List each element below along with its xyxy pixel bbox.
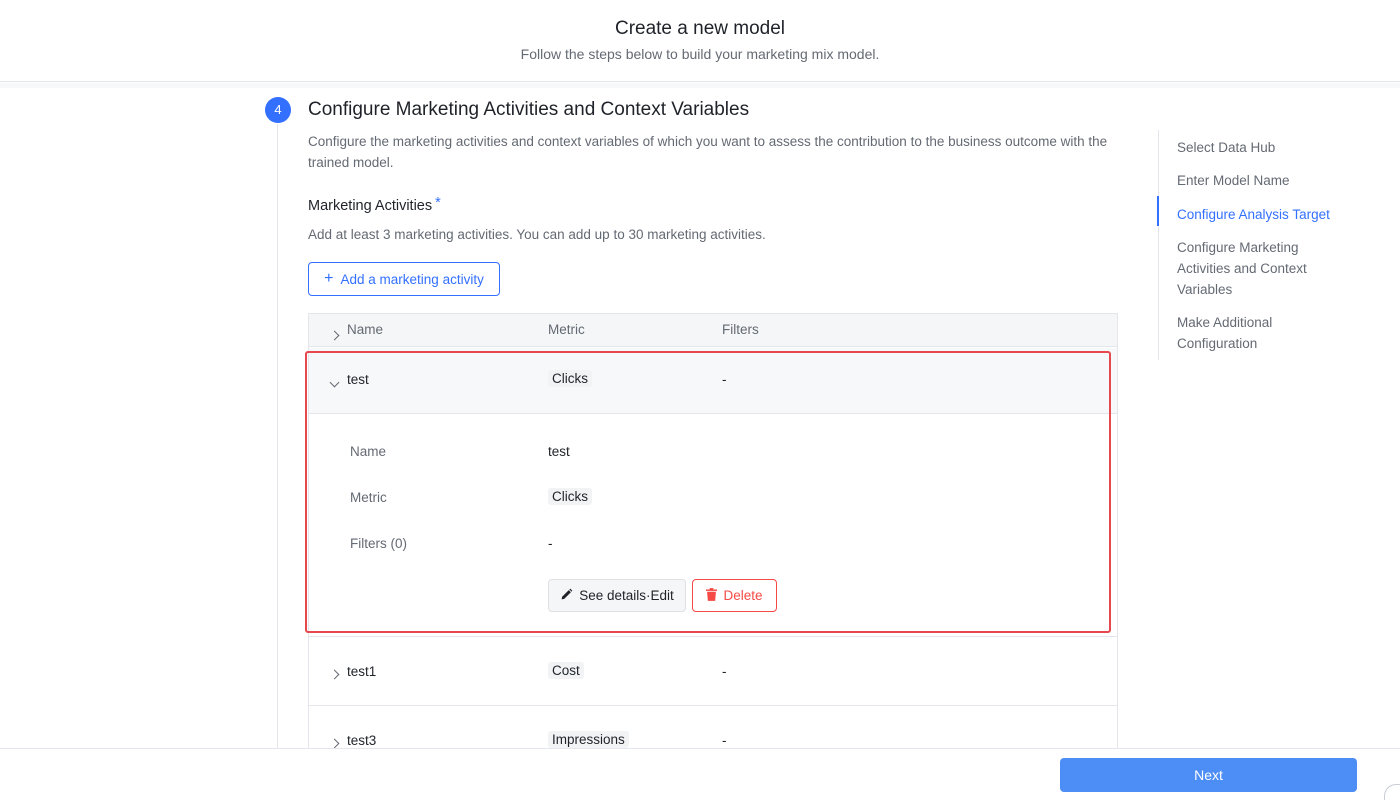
required-asterisk: * [435, 195, 441, 211]
row-filters: - [722, 733, 727, 748]
header-divider [0, 83, 1400, 88]
row-filters: - [722, 372, 727, 387]
step-connector-line [277, 124, 278, 748]
detail-metric-value: Clicks [548, 488, 592, 505]
detail-filters-value: - [548, 536, 553, 551]
delete-label: Delete [723, 588, 763, 603]
row-name: test [347, 372, 369, 387]
toc-item-configure-marketing-activities[interactable]: Configure Marketing Activities and Conte… [1177, 237, 1327, 300]
row-filters: - [722, 664, 727, 679]
step-navigation: Select Data Hub Enter Model Name Configu… [1157, 130, 1378, 360]
column-header-name: Name [347, 322, 384, 337]
marketing-activities-table: Name Metric Filters test Clicks - Name t… [308, 313, 1118, 748]
detail-filters-label: Filters (0) [350, 536, 407, 551]
table-row[interactable]: test1 Cost - [309, 638, 1117, 706]
marketing-activities-hint: Add at least 3 marketing activities. You… [308, 227, 766, 242]
section-description: Configure the marketing activities and c… [308, 134, 1108, 170]
delete-button[interactable]: Delete [692, 579, 777, 612]
active-step-indicator [1157, 196, 1159, 226]
row-metric: Clicks [548, 370, 592, 387]
footer-bar: Next [0, 748, 1400, 800]
row-name: test1 [347, 664, 377, 679]
marketing-activities-label-text: Marketing Activities [308, 198, 433, 214]
table-row[interactable]: test3 Impressions - [309, 707, 1117, 748]
section-title: Configure Marketing Activities and Conte… [308, 99, 750, 120]
toc-item-configure-analysis-target[interactable]: Configure Analysis Target [1177, 204, 1367, 225]
add-marketing-activity-label: Add a marketing activity [340, 271, 484, 287]
table-row[interactable]: test Clicks - [309, 348, 1117, 414]
toc-item-make-additional-configuration[interactable]: Make Additional Configuration [1177, 312, 1307, 354]
row-name: test3 [347, 733, 377, 748]
next-button[interactable]: Next [1060, 758, 1357, 792]
chevron-right-icon[interactable] [329, 735, 340, 748]
detail-name-label: Name [350, 444, 387, 459]
page-header: Create a new model Follow the steps belo… [0, 0, 1400, 82]
chevron-right-icon[interactable] [329, 666, 340, 681]
chevron-down-icon[interactable] [329, 374, 340, 389]
row-detail-panel: Name test Metric Clicks Filters (0) - Se… [309, 415, 1117, 637]
see-details-edit-label: See details·Edit [579, 588, 674, 603]
marketing-activities-label: Marketing Activities * [308, 195, 441, 214]
step-number-badge: 4 [265, 97, 291, 123]
toc-item-enter-model-name[interactable]: Enter Model Name [1177, 170, 1367, 191]
row-metric: Cost [548, 662, 584, 679]
row-metric: Impressions [548, 731, 629, 748]
detail-metric-label: Metric [350, 490, 387, 505]
column-header-filters: Filters [722, 322, 759, 337]
see-details-edit-button[interactable]: See details·Edit [548, 579, 686, 612]
pencil-icon [560, 588, 573, 604]
page-title: Create a new model [614, 18, 786, 39]
table-header: Name Metric Filters [309, 314, 1117, 347]
plus-icon: + [324, 270, 334, 287]
page-subtitle: Follow the steps below to build your mar… [520, 46, 880, 62]
toc-item-select-data-hub[interactable]: Select Data Hub [1177, 137, 1367, 158]
add-marketing-activity-button[interactable]: + Add a marketing activity [308, 262, 500, 296]
trash-icon [706, 587, 718, 604]
detail-name-value: test [548, 444, 570, 459]
column-header-metric: Metric [548, 322, 585, 337]
